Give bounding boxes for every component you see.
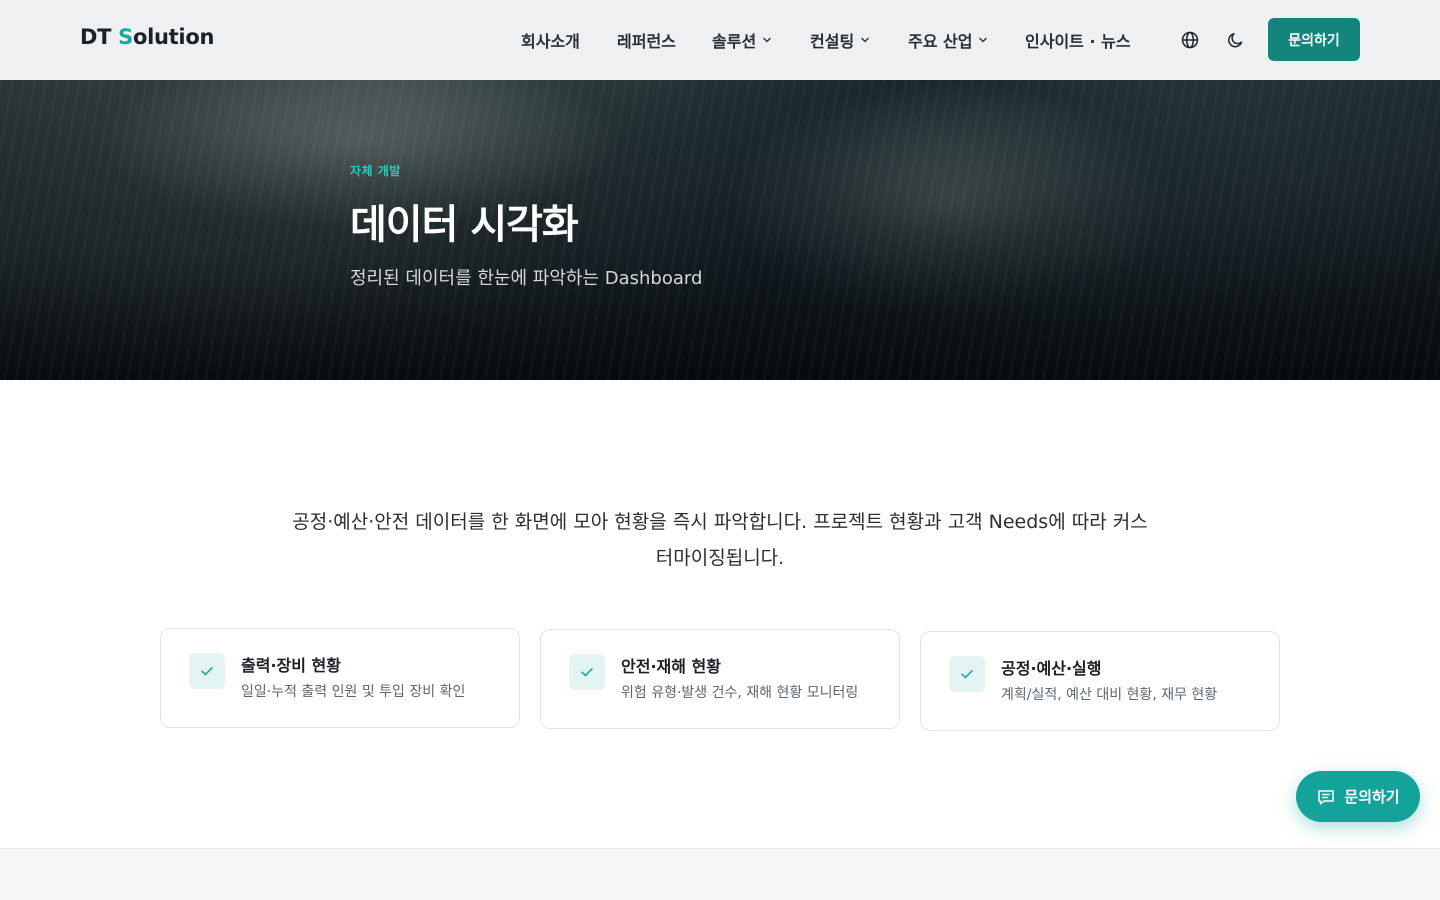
globe-icon (1181, 31, 1199, 49)
contact-button[interactable]: 문의하기 (1268, 18, 1360, 61)
nav-item-consulting[interactable]: 컨설팅 (810, 28, 871, 52)
nav-item-solutions[interactable]: 솔루션 (712, 28, 773, 52)
chevron-down-icon (979, 37, 988, 43)
nav-label: 솔루션 (712, 32, 757, 51)
hero-kicker: 자체 개발 (350, 164, 401, 178)
feature-title: 출력·장비 현황 (241, 656, 341, 675)
check-icon (189, 653, 225, 689)
nav-label: 회사소개 (521, 32, 580, 51)
nav-label: 컨설팅 (810, 32, 855, 51)
nav-item-insights-news[interactable]: 인사이트 · 뉴스 (1025, 28, 1131, 52)
feature-card-process-budget: 공정·예산·실행 계획/실적, 예산 대비 현황, 재무 현황 (920, 631, 1280, 731)
feature-card-output-equipment: 출력·장비 현황 일일·누적 출력 인원 및 투입 장비 확인 (160, 628, 520, 728)
chevron-down-icon (763, 37, 771, 43)
hero-background-image (0, 80, 1440, 380)
language-button[interactable] (1178, 28, 1202, 52)
logo-suffix: olution (133, 25, 215, 49)
feature-desc: 계획/실적, 예산 대비 현황, 재무 현황 (1001, 687, 1218, 703)
feature-card-safety-disaster: 안전·재해 현황 위험 유형·발생 건수, 재해 현황 모니터링 (540, 629, 900, 729)
feature-title: 안전·재해 현황 (621, 657, 721, 676)
floating-contact-button[interactable]: 문의하기 (1296, 771, 1420, 822)
moon-icon (1228, 33, 1243, 48)
logo-accent: S (118, 25, 133, 49)
section-description: 공정·예산·안전 데이터를 한 화면에 모아 현황을 즉시 파악합니다. 프로젝… (292, 511, 1148, 569)
hero-subtitle: 정리된 데이터를 한눈에 파악하는 Dashboard (350, 268, 703, 289)
nav-label: 주요 산업 (908, 32, 973, 51)
feature-title: 공정·예산·실행 (1001, 659, 1102, 678)
feature-desc: 일일·누적 출력 인원 및 투입 장비 확인 (241, 684, 466, 700)
nav-label: 인사이트 · 뉴스 (1025, 32, 1131, 51)
floating-contact-label: 문의하기 (1344, 788, 1400, 806)
theme-toggle-button[interactable] (1224, 28, 1248, 52)
feature-desc: 위험 유형·발생 건수, 재해 현황 모니터링 (621, 685, 859, 701)
logo[interactable]: DT Solution (80, 25, 214, 49)
check-icon (569, 654, 605, 690)
nav-item-industries[interactable]: 주요 산업 (908, 28, 989, 52)
chat-icon (1318, 789, 1335, 805)
check-icon (949, 656, 985, 692)
nav-label: 레퍼런스 (617, 32, 676, 51)
hero-banner: 자체 개발 데이터 시각화 정리된 데이터를 한눈에 파악하는 Dashboar… (0, 80, 1440, 380)
page-title: 데이터 시각화 (350, 202, 579, 248)
logo-prefix: DT (80, 25, 119, 49)
site-header: DT Solution 회사소개 레퍼런스 솔루션 컨설팅 주요 산업 인사이트… (0, 0, 1440, 80)
nav-item-company[interactable]: 회사소개 (521, 28, 580, 52)
chevron-down-icon (861, 37, 869, 43)
next-section-band (0, 848, 1440, 900)
nav-item-references[interactable]: 레퍼런스 (617, 28, 676, 52)
